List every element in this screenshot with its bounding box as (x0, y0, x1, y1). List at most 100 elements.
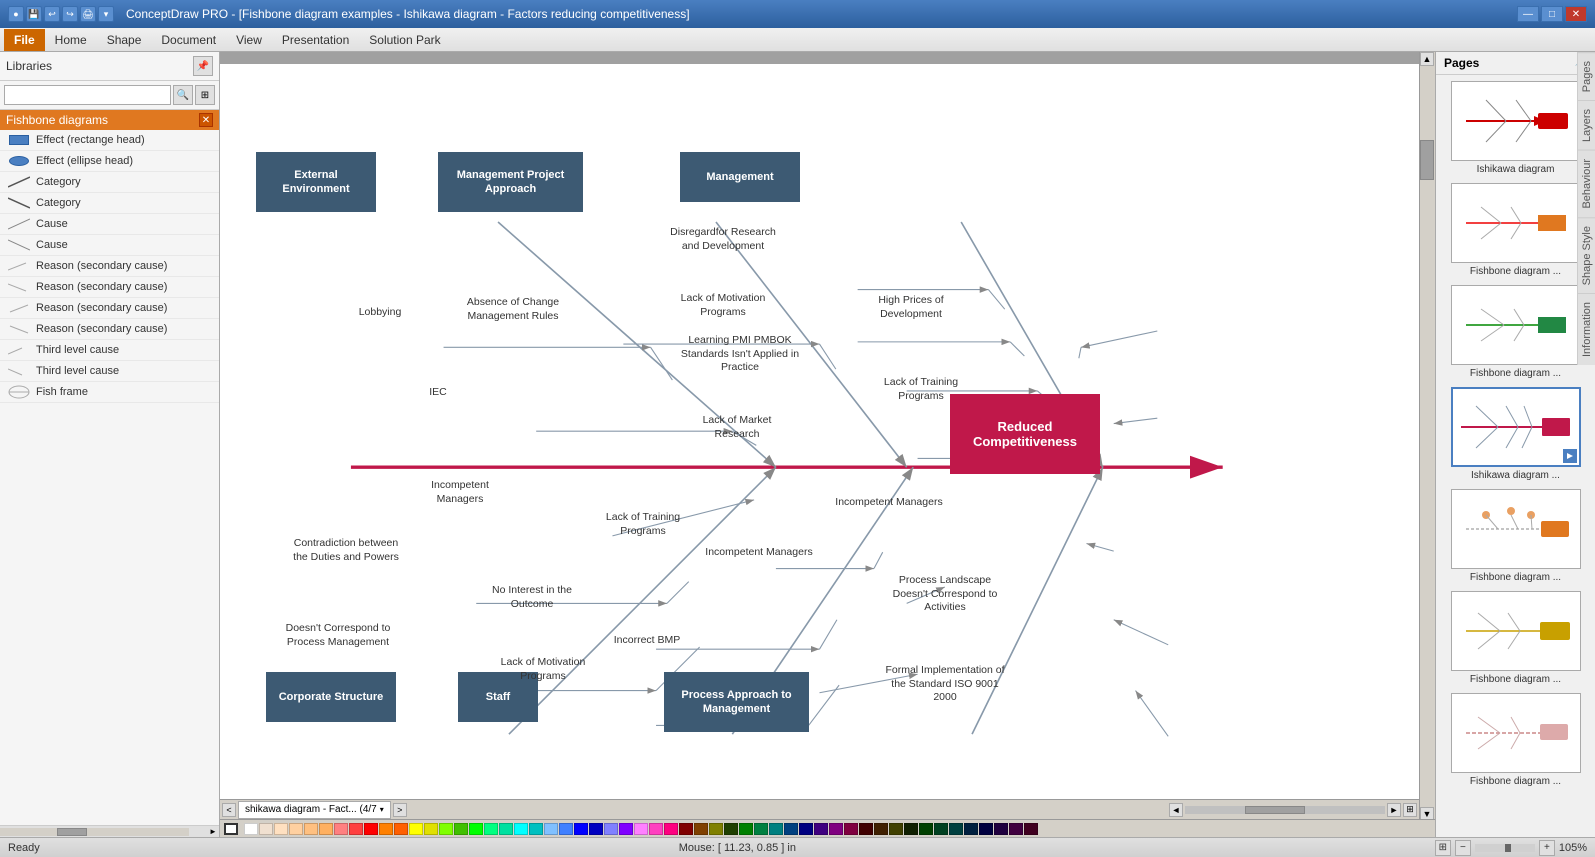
color-orange1[interactable] (379, 823, 393, 835)
color-dark1[interactable] (679, 823, 693, 835)
tab-layers[interactable]: Layers (1578, 100, 1595, 150)
box-management-project[interactable]: Management Project Approach (438, 152, 583, 212)
tb2[interactable]: ▾ (98, 6, 114, 22)
undo[interactable]: ↩ (44, 6, 60, 22)
sidebar-item-third1[interactable]: Third level cause (0, 340, 219, 361)
sidebar-item-category1[interactable]: Category (0, 172, 219, 193)
vertical-scrollbar[interactable]: ▲ ▼ (1419, 52, 1435, 821)
color-light1[interactable] (259, 823, 273, 835)
maximize-button[interactable]: □ (1541, 6, 1563, 22)
quick-save[interactable]: 💾 (26, 6, 42, 22)
sidebar-item-third2[interactable]: Third level cause (0, 361, 219, 382)
color-blue3[interactable] (574, 823, 588, 835)
color-dark10[interactable] (814, 823, 828, 835)
color-pink1[interactable] (634, 823, 648, 835)
tab-next[interactable]: > (393, 803, 407, 817)
color-dark11[interactable] (829, 823, 843, 835)
color-vdark6[interactable] (934, 823, 948, 835)
color-dark4[interactable] (724, 823, 738, 835)
menu-file[interactable]: File (4, 29, 45, 51)
color-orange2[interactable] (394, 823, 408, 835)
tab-scroll-right[interactable]: ► (1387, 803, 1401, 817)
fit-icon[interactable]: ⊞ (1403, 803, 1417, 817)
color-red3[interactable] (364, 823, 378, 835)
close-button[interactable]: ✕ (1565, 6, 1587, 22)
tab-information[interactable]: Information (1578, 293, 1595, 365)
color-dark3[interactable] (709, 823, 723, 835)
color-white[interactable] (244, 823, 258, 835)
color-blue1[interactable] (544, 823, 558, 835)
search-button[interactable]: 🔍 (173, 85, 193, 105)
color-vdark1[interactable] (859, 823, 873, 835)
tab-prev[interactable]: < (222, 803, 236, 817)
sidebar-item-fish-frame[interactable]: Fish frame (0, 382, 219, 403)
fishbone-close[interactable]: ✕ (199, 113, 213, 127)
color-teal1[interactable] (484, 823, 498, 835)
color-dark5[interactable] (739, 823, 753, 835)
page-thumb-5[interactable]: Fishbone diagram ... (1442, 489, 1589, 583)
color-red2[interactable] (349, 823, 363, 835)
menu-document[interactable]: Document (151, 29, 226, 51)
sidebar-pin[interactable]: 📌 (193, 56, 213, 76)
page-thumb-2[interactable]: Fishbone diagram ... (1442, 183, 1589, 277)
sidebar-item-reason3[interactable]: Reason (secondary cause) (0, 298, 219, 319)
sidebar-item-effect-rect[interactable]: Effect (rectange head) (0, 130, 219, 151)
color-yellow1[interactable] (409, 823, 423, 835)
box-corporate-structure[interactable]: Corporate Structure (266, 672, 396, 722)
tab-dropdown[interactable]: ▾ (380, 805, 384, 814)
box-process-approach[interactable]: Process Approach to Management (664, 672, 809, 732)
color-vdark12[interactable] (1024, 823, 1038, 835)
color-vdark7[interactable] (949, 823, 963, 835)
sidebar-item-effect-ellipse[interactable]: Effect (ellipse head) (0, 151, 219, 172)
print[interactable]: 🖨 (80, 6, 96, 22)
box-management[interactable]: Management (680, 152, 800, 202)
sidebar-item-category2[interactable]: Category (0, 193, 219, 214)
drawing-area[interactable]: External Environment Management Project … (220, 64, 1419, 805)
color-vdark10[interactable] (994, 823, 1008, 835)
minimize-button[interactable]: — (1517, 6, 1539, 22)
color-dark2[interactable] (694, 823, 708, 835)
color-teal2[interactable] (499, 823, 513, 835)
current-color[interactable] (224, 823, 238, 835)
page-thumb-6[interactable]: Fishbone diagram ... (1442, 591, 1589, 685)
search-input[interactable] (4, 85, 171, 105)
redo[interactable]: ↪ (62, 6, 78, 22)
tab-active[interactable]: shikawa diagram - Fact... (4/7 ▾ (238, 801, 391, 819)
sidebar-item-cause1[interactable]: Cause (0, 214, 219, 235)
color-dark9[interactable] (799, 823, 813, 835)
color-vdark8[interactable] (964, 823, 978, 835)
color-green2[interactable] (454, 823, 468, 835)
sidebar-item-reason1[interactable]: Reason (secondary cause) (0, 256, 219, 277)
page-thumb-1[interactable]: Ishikawa diagram (1442, 81, 1589, 175)
color-light2[interactable] (274, 823, 288, 835)
tab-shape-style[interactable]: Shape Style (1578, 217, 1595, 293)
sidebar-item-reason4[interactable]: Reason (secondary cause) (0, 319, 219, 340)
zoom-in[interactable]: + (1539, 840, 1555, 856)
color-purple1[interactable] (604, 823, 618, 835)
color-vdark5[interactable] (919, 823, 933, 835)
color-dark8[interactable] (784, 823, 798, 835)
zoom-fit[interactable]: ⊞ (1435, 840, 1451, 856)
color-cyan1[interactable] (514, 823, 528, 835)
color-vdark4[interactable] (904, 823, 918, 835)
color-vdark3[interactable] (889, 823, 903, 835)
box-reduced-competitiveness[interactable]: Reduced Competitiveness (950, 394, 1100, 474)
color-dark12[interactable] (844, 823, 858, 835)
menu-home[interactable]: Home (45, 29, 97, 51)
color-vdark11[interactable] (1009, 823, 1023, 835)
color-light4[interactable] (304, 823, 318, 835)
tab-behaviour[interactable]: Behaviour (1578, 150, 1595, 217)
color-vdark9[interactable] (979, 823, 993, 835)
color-purple2[interactable] (619, 823, 633, 835)
color-light3[interactable] (289, 823, 303, 835)
color-light5[interactable] (319, 823, 333, 835)
menu-shape[interactable]: Shape (97, 29, 152, 51)
color-green1[interactable] (439, 823, 453, 835)
tab-scroll-left[interactable]: ◄ (1169, 803, 1183, 817)
zoom-out[interactable]: − (1455, 840, 1471, 856)
zoom-slider[interactable] (1475, 844, 1535, 852)
tab-pages[interactable]: Pages (1578, 52, 1595, 100)
page-thumb-4[interactable]: Ishikawa diagram ... (1442, 387, 1589, 481)
sidebar-item-cause2[interactable]: Cause (0, 235, 219, 256)
color-blue2[interactable] (559, 823, 573, 835)
